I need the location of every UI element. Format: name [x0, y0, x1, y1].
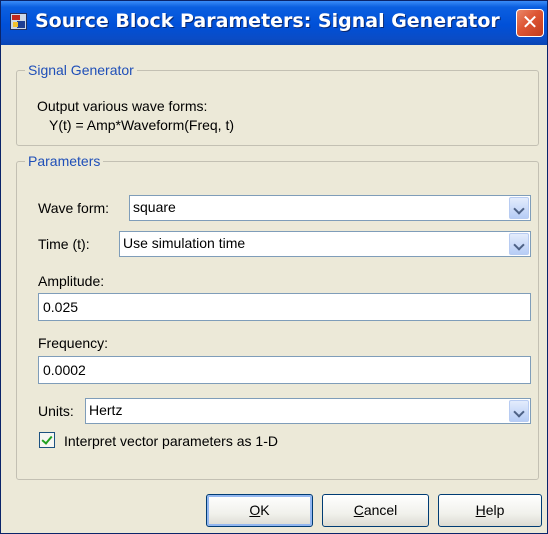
wave-form-label: Wave form: [38, 200, 110, 216]
time-label: Time (t): [38, 236, 90, 252]
dialog-window: Source Block Parameters: Signal Generato… [0, 0, 548, 534]
chevron-down-icon[interactable] [509, 400, 529, 422]
close-button[interactable]: ✕ [516, 9, 544, 37]
cancel-button-label: Cancel [353, 502, 398, 518]
description-group-title: Signal Generator [25, 62, 137, 78]
interpret-vector-label[interactable]: Interpret vector parameters as 1-D [64, 433, 278, 449]
help-button[interactable]: Help [438, 494, 542, 527]
title-bar[interactable]: Source Block Parameters: Signal Generato… [1, 1, 547, 45]
parameters-group-title: Parameters [25, 153, 104, 169]
description-line-1: Output various wave forms: [37, 98, 208, 114]
units-select[interactable]: Hertz [85, 398, 531, 424]
description-line-2: Y(t) = Amp*Waveform(Freq, t) [49, 117, 235, 133]
cancel-button[interactable]: Cancel [322, 494, 429, 527]
time-select[interactable]: Use simulation time [119, 231, 531, 257]
units-label: Units: [38, 403, 74, 419]
ok-button-label: OK [249, 502, 270, 518]
amplitude-input[interactable]: 0.025 [38, 293, 531, 321]
close-icon: ✕ [521, 10, 539, 34]
help-button-label: Help [475, 502, 505, 518]
time-value: Use simulation time [123, 235, 246, 251]
frequency-input[interactable]: 0.0002 [38, 356, 531, 384]
wave-form-select[interactable]: square [129, 195, 531, 221]
units-value: Hertz [89, 402, 123, 418]
chevron-down-icon[interactable] [509, 197, 529, 219]
chevron-down-icon[interactable] [509, 233, 529, 255]
ok-button[interactable]: OK [206, 494, 313, 527]
window-title: Source Block Parameters: Signal Generato… [35, 10, 500, 32]
interpret-vector-checkbox[interactable] [39, 432, 55, 448]
wave-form-value: square [133, 199, 176, 215]
simulink-block-icon [10, 13, 27, 30]
frequency-label: Frequency: [38, 335, 109, 351]
amplitude-label: Amplitude: [38, 273, 105, 289]
